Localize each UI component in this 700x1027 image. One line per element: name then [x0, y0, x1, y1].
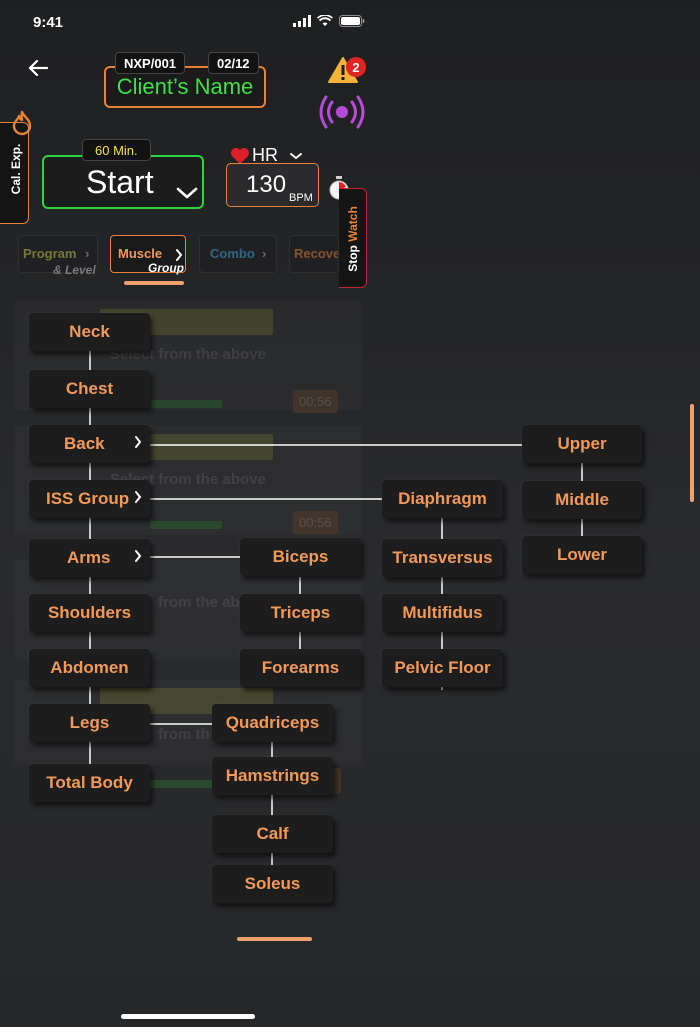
muscle-arms[interactable]: Arms	[29, 539, 150, 577]
node-label: Hamstrings	[225, 766, 320, 785]
node-label: Pelvic Floor	[394, 658, 491, 677]
muscle-transversus[interactable]: Transversus	[382, 539, 503, 577]
node-label: Chest	[65, 379, 114, 398]
muscle-chest[interactable]: Chest	[29, 370, 150, 408]
chevron-right-icon	[135, 491, 142, 503]
node-label: Legs	[69, 713, 110, 732]
muscle-lower-back[interactable]: Lower	[522, 536, 642, 574]
node-label: Middle	[555, 490, 609, 509]
muscle-neck[interactable]: Neck	[29, 313, 150, 351]
node-label: Forearms	[261, 658, 340, 677]
muscle-shoulders[interactable]: Shoulders	[29, 594, 150, 632]
node-label: Biceps	[272, 547, 329, 566]
muscle-pelvic-floor[interactable]: Pelvic Floor	[382, 649, 503, 687]
node-label: Shoulders	[47, 603, 132, 622]
node-label: Total Body	[46, 773, 133, 792]
muscle-multifidus[interactable]: Multifidus	[382, 594, 503, 632]
home-indicator[interactable]	[121, 1014, 255, 1019]
node-label: Triceps	[270, 603, 331, 622]
node-label: Neck	[69, 322, 110, 341]
node-label: Multifidus	[402, 603, 483, 622]
muscle-upper-back[interactable]: Upper	[522, 425, 642, 463]
muscle-iss-group[interactable]: ISS Group	[29, 480, 150, 518]
muscle-quadriceps[interactable]: Quadriceps	[212, 704, 333, 742]
node-label: Soleus	[244, 874, 301, 893]
chevron-right-icon	[135, 550, 142, 562]
muscle-diaphragm[interactable]: Diaphragm	[382, 480, 503, 518]
chevron-right-icon	[135, 436, 142, 448]
muscle-back[interactable]: Back	[29, 425, 150, 463]
scrollbar[interactable]	[690, 404, 694, 502]
node-label: Upper	[557, 434, 607, 453]
muscle-forearms[interactable]: Forearms	[240, 649, 361, 687]
muscle-calf[interactable]: Calf	[212, 815, 333, 853]
muscle-total-body[interactable]: Total Body	[29, 764, 150, 802]
node-label: Quadriceps	[225, 713, 320, 732]
node-label: Calf	[256, 824, 289, 843]
muscle-hamstrings[interactable]: Hamstrings	[212, 757, 333, 795]
bottom-handle[interactable]	[237, 937, 312, 941]
node-label: ISS Group	[46, 489, 130, 508]
node-label: Back	[64, 434, 105, 453]
muscle-triceps[interactable]: Triceps	[240, 594, 361, 632]
muscle-soleus[interactable]: Soleus	[212, 865, 333, 903]
muscle-legs[interactable]: Legs	[29, 704, 150, 742]
node-label: Transversus	[392, 548, 493, 567]
muscle-biceps[interactable]: Biceps	[240, 538, 361, 576]
node-label: Diaphragm	[398, 489, 487, 508]
node-label: Arms	[67, 548, 111, 567]
muscle-middle-back[interactable]: Middle	[522, 481, 642, 519]
node-label: Abdomen	[50, 658, 129, 677]
muscle-abdomen[interactable]: Abdomen	[29, 649, 150, 687]
node-label: Lower	[556, 545, 608, 564]
